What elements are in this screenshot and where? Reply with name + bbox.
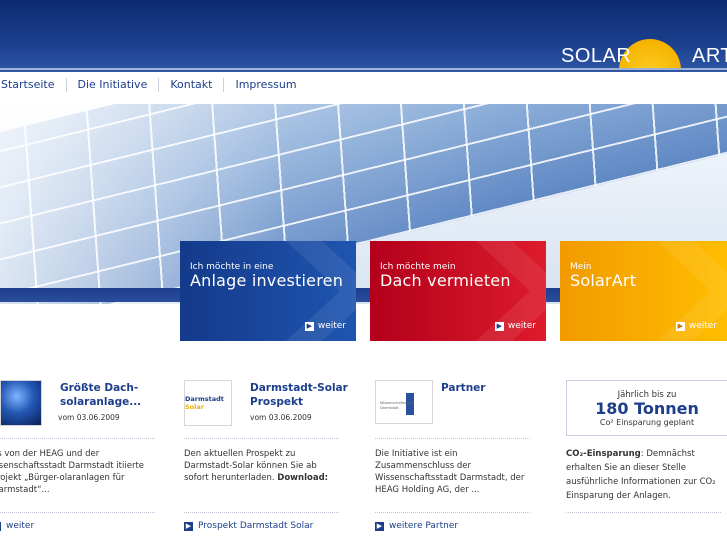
news-body: as von der HEAG und der issenschaftsstad… (0, 449, 145, 495)
news-title[interactable]: Darmstadt-Solar Prospekt (250, 381, 350, 409)
tile-dach-vermieten[interactable]: Ich möchte mein Dach vermieten ▶ weiter (370, 241, 546, 341)
tile-anlage-investieren[interactable]: Ich möchte in eine Anlage investieren ▶ w… (180, 241, 356, 341)
tile-more-link[interactable]: ▶ weiter (304, 321, 346, 331)
tile-mein-solarart[interactable]: Mein SolarArt ▶ weiter (560, 241, 727, 341)
nav-item-initiative[interactable]: Die Initiative (67, 78, 160, 92)
news-title[interactable]: Partner (441, 381, 485, 395)
tile-title: Dach vermieten (380, 271, 511, 290)
prospekt-download-link[interactable]: ▶ Prospekt Darmstadt Solar (184, 521, 313, 531)
news-more-link[interactable]: ▶weiter (0, 521, 34, 531)
partner-more-link[interactable]: ▶ weitere Partner (375, 521, 458, 531)
co2-value: 180 Tonnen (595, 399, 699, 418)
tile-more-link[interactable]: ▶ weiter (675, 321, 717, 331)
news-date: vom 03.06.2009 (58, 413, 120, 422)
co2-savings-box: Jährlich bis zu 180 Tonnen Co² Einsparun… (566, 380, 727, 436)
darmstadt-solar-logo[interactable]: Darmstadt Solar (184, 380, 232, 426)
arrow-right-icon: ▶ (375, 521, 384, 531)
news-thumbnail[interactable] (0, 380, 42, 426)
arrow-right-icon: ▶ (304, 321, 314, 331)
news-body: Den aktuellen Prospekt zu Darmstadt-Sola… (184, 449, 329, 483)
arrow-right-icon: ▶ (675, 321, 685, 331)
tile-more-link[interactable]: ▶ weiter (494, 321, 536, 331)
news-date: vom 03.06.2009 (250, 413, 312, 422)
logo-text-art: ART (692, 45, 727, 67)
arrow-right-icon: ▶ (494, 321, 504, 331)
nav-item-startseite[interactable]: Startseite (0, 78, 67, 92)
co2-caption: Co² Einsparung geplant (599, 418, 695, 427)
header-divider (0, 68, 727, 70)
site-header: SOLAR ART (0, 0, 727, 72)
co2-description: CO₂-Einsparung: Demnächst erhalten Sie a… (566, 449, 716, 501)
solarart-logo[interactable]: SOLAR ART (557, 38, 727, 68)
logo-text-solar: SOLAR (561, 45, 632, 67)
nav-item-impressum[interactable]: Impressum (224, 78, 307, 92)
nav-item-kontakt[interactable]: Kontakt (159, 78, 225, 92)
news-title[interactable]: Größte Dach-solaranlage... (60, 381, 155, 409)
main-nav: Startseite Die Initiative Kontakt Impres… (0, 74, 308, 96)
arrow-right-icon: ▶ (0, 521, 1, 531)
tile-title: Anlage investieren (190, 271, 344, 290)
partner-logo[interactable]: Wissenschaftsstadt Darmstadt (375, 380, 433, 424)
arrow-right-icon: ▶ (184, 521, 193, 531)
tile-title: SolarArt (570, 271, 637, 290)
news-body: Die Initiative ist ein Zusammenschluss d… (375, 449, 525, 495)
